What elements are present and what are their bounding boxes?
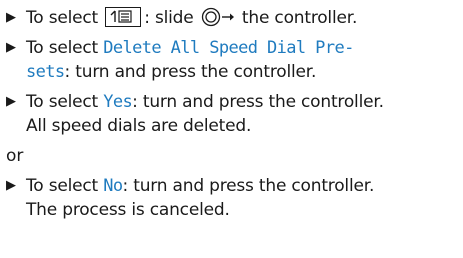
step-3: ▶ To select Yes: turn and press the cont… (6, 90, 463, 138)
step-2-pre: To select (26, 38, 104, 58)
menu-option-delete-all: Delete All Speed Dial Pre- (103, 38, 354, 58)
step-4: ▶ To select No: turn and press the contr… (6, 174, 463, 222)
step-1: ▶ To select : slide the controller. (6, 6, 463, 30)
step-4-result: The process is canceled. (26, 200, 230, 220)
or-separator: or (6, 146, 24, 166)
bullet-icon: ▶ (6, 10, 16, 25)
step-2-text: To select Delete All Speed Dial Pre-sets… (26, 36, 463, 84)
step-1-text: To select : slide the controller. (26, 6, 463, 30)
step-4-text: To select No: turn and press the control… (26, 174, 463, 222)
instruction-page: ▶ To select : slide the controller. ▶ To… (0, 0, 463, 258)
step-1-pre: To select (26, 8, 104, 28)
controller-slide-right-icon (201, 7, 235, 27)
step-3-result: All speed dials are deleted. (26, 116, 252, 136)
step-3-post: : turn and press the controller. (132, 92, 384, 112)
step-1-post: : slide (144, 8, 199, 28)
menu-option-no: No (103, 176, 123, 196)
menu-option-delete-all-cont: sets (26, 62, 65, 82)
step-4-pre: To select (26, 176, 104, 196)
bullet-icon: ▶ (6, 40, 16, 55)
step-1-tail: the controller. (236, 8, 358, 28)
step-2: ▶ To select Delete All Speed Dial Pre-se… (6, 36, 463, 84)
step-4-post: : turn and press the controller. (122, 176, 375, 196)
step-2-post: : turn and press the controller. (64, 62, 317, 82)
step-3-text: To select Yes: turn and press the contro… (26, 90, 463, 138)
step-3-pre: To select (26, 92, 104, 112)
menu-key-icon (105, 7, 142, 27)
bullet-icon: ▶ (6, 94, 16, 109)
bullet-icon: ▶ (6, 178, 16, 193)
menu-option-yes: Yes (103, 92, 133, 112)
